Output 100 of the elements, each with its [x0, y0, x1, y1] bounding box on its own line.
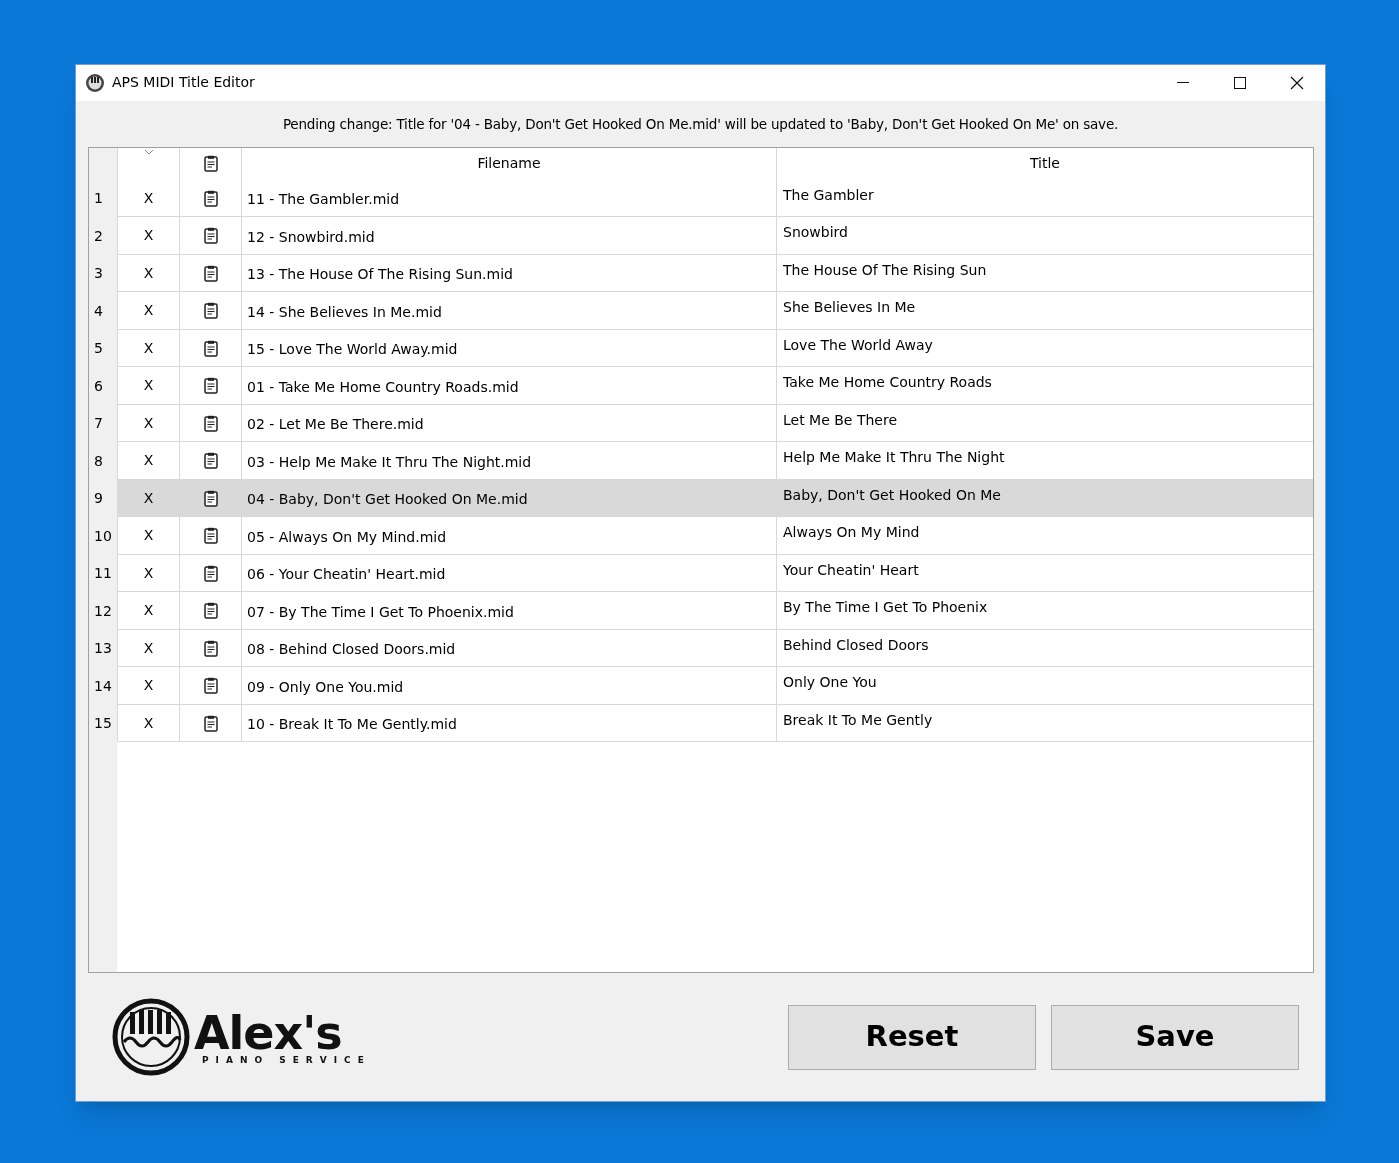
remove-cell[interactable]: X: [117, 217, 179, 255]
clipboard-icon: [203, 155, 218, 173]
remove-cell[interactable]: X: [117, 667, 179, 705]
filename-cell: 13 - The House Of The Rising Sun.mid: [241, 254, 776, 293]
app-logo-icon: [85, 73, 105, 93]
remove-cell[interactable]: X: [117, 179, 179, 218]
row-number: 14: [94, 676, 112, 696]
copy-cell[interactable]: [179, 592, 241, 630]
row-number: 11: [94, 564, 112, 584]
filename-cell: 02 - Let Me Be There.mid: [241, 404, 776, 443]
title-cell[interactable]: She Believes In Me: [776, 292, 1313, 330]
copy-cell[interactable]: [179, 179, 241, 218]
status-message: Pending change: Title for '04 - Baby, Don't Get Hooked On Me.mid' will be updated to 'Baby, Don't Get Hooked On Me' on save.: [282, 114, 1119, 134]
row-number: 1: [94, 189, 103, 209]
title-cell[interactable]: The Gambler: [776, 179, 1313, 218]
remove-cell[interactable]: X: [117, 292, 179, 330]
remove-cell[interactable]: X: [117, 479, 179, 518]
row-number: 3: [94, 264, 103, 284]
clipboard-icon: [203, 639, 218, 657]
row-number: 7: [94, 414, 103, 434]
action-button[interactable]: Save: [1051, 1004, 1299, 1070]
remove-cell[interactable]: X: [117, 517, 179, 555]
clipboard-icon: [203, 677, 218, 695]
maximize-icon: [1233, 77, 1246, 89]
row-number: 12: [94, 601, 112, 621]
minimize-icon: [1176, 82, 1189, 84]
row-number: 5: [94, 339, 103, 359]
clipboard-icon: [203, 264, 218, 282]
remove-cell[interactable]: X: [117, 629, 179, 668]
title-cell[interactable]: Break It To Me Gently: [776, 704, 1313, 743]
copy-cell[interactable]: [179, 292, 241, 330]
title-cell[interactable]: Baby, Don't Get Hooked On Me: [776, 479, 1313, 518]
row-number: 13: [94, 639, 112, 659]
copy-cell[interactable]: [179, 667, 241, 705]
title-cell[interactable]: Take Me Home Country Roads: [776, 367, 1313, 405]
copy-cell[interactable]: [179, 442, 241, 480]
remove-cell[interactable]: X: [117, 404, 179, 443]
filename-cell: 09 - Only One You.mid: [241, 667, 776, 705]
filename-cell: 01 - Take Me Home Country Roads.mid: [241, 367, 776, 405]
clipboard-icon: [203, 189, 218, 207]
remove-cell[interactable]: X: [117, 254, 179, 293]
title-cell[interactable]: Always On My Mind: [776, 517, 1313, 555]
copy-cell[interactable]: [179, 329, 241, 368]
window-title: APS MIDI Title Editor: [112, 73, 255, 93]
title-cell[interactable]: By The Time I Get To Phoenix: [776, 592, 1313, 630]
copy-cell[interactable]: [179, 704, 241, 743]
filename-cell: 06 - Your Cheatin' Heart.mid: [241, 554, 776, 593]
title-cell[interactable]: Snowbird: [776, 217, 1313, 255]
copy-cell[interactable]: [179, 367, 241, 405]
row-number: 15: [94, 714, 112, 734]
filename-cell: 11 - The Gambler.mid: [241, 179, 776, 218]
copy-cell[interactable]: [179, 517, 241, 555]
clipboard-icon: [203, 339, 218, 357]
logo-wordmark: Alex's: [194, 1009, 342, 1056]
copy-cell[interactable]: [179, 404, 241, 443]
logo-tagline: PIANO SERVICE: [202, 1055, 371, 1065]
sort-chevron-icon: [143, 148, 154, 155]
title-cell[interactable]: Let Me Be There: [776, 404, 1313, 443]
copy-cell[interactable]: [179, 629, 241, 668]
action-button[interactable]: Reset: [788, 1004, 1036, 1070]
clipboard-icon: [203, 227, 218, 245]
copy-cell[interactable]: [179, 254, 241, 293]
filename-cell: 07 - By The Time I Get To Phoenix.mid: [241, 592, 776, 630]
clipboard-icon: [203, 527, 218, 545]
remove-cell[interactable]: X: [117, 329, 179, 368]
copy-cell[interactable]: [179, 217, 241, 255]
title-cell[interactable]: Love The World Away: [776, 329, 1313, 368]
clipboard-icon: [203, 302, 218, 320]
filename-cell: 15 - Love The World Away.mid: [241, 329, 776, 368]
column-header[interactable]: Title: [776, 147, 1313, 180]
close-icon: [1289, 76, 1304, 90]
filename-cell: 05 - Always On My Mind.mid: [241, 517, 776, 555]
piano-wave-logo-icon: [112, 998, 190, 1077]
clipboard-icon: [203, 564, 218, 582]
remove-cell[interactable]: X: [117, 367, 179, 405]
title-cell[interactable]: Behind Closed Doors: [776, 629, 1313, 668]
column-header[interactable]: Filename: [241, 147, 776, 180]
title-cell[interactable]: Help Me Make It Thru The Night: [776, 442, 1313, 480]
remove-cell[interactable]: X: [117, 442, 179, 480]
clipboard-icon: [203, 714, 218, 732]
title-cell[interactable]: Only One You: [776, 667, 1313, 705]
filename-cell: 04 - Baby, Don't Get Hooked On Me.mid: [241, 479, 776, 518]
clipboard-icon: [203, 489, 218, 507]
remove-cell[interactable]: X: [117, 592, 179, 630]
row-number: 9: [94, 489, 103, 509]
filename-cell: 12 - Snowbird.mid: [241, 217, 776, 255]
clipboard-icon: [203, 602, 218, 620]
row-number: 10: [94, 526, 112, 546]
title-cell[interactable]: Your Cheatin' Heart: [776, 554, 1313, 593]
copy-cell[interactable]: [179, 554, 241, 593]
title-cell[interactable]: The House Of The Rising Sun: [776, 254, 1313, 293]
clipboard-icon: [203, 414, 218, 432]
filename-cell: 14 - She Believes In Me.mid: [241, 292, 776, 330]
row-number: 8: [94, 451, 103, 471]
filename-cell: 10 - Break It To Me Gently.mid: [241, 704, 776, 743]
clipboard-icon: [203, 377, 218, 395]
row-number: 6: [94, 376, 103, 396]
filename-cell: 08 - Behind Closed Doors.mid: [241, 629, 776, 668]
remove-cell[interactable]: X: [117, 704, 179, 743]
remove-cell[interactable]: X: [117, 554, 179, 593]
